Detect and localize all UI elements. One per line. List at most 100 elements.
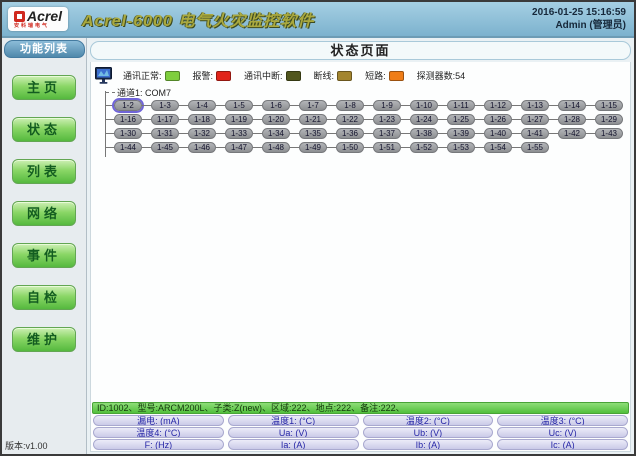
detector-node-1-16[interactable]: 1-16: [114, 114, 142, 125]
channel-label: 通道1: COM7: [117, 86, 171, 99]
sidebar-item-list[interactable]: 列表: [12, 159, 76, 184]
detector-node-1-54[interactable]: 1-54: [484, 142, 512, 153]
detector-node-1-50[interactable]: 1-50: [336, 142, 364, 153]
detector-node-1-10[interactable]: 1-10: [410, 100, 438, 111]
detector-node-1-35[interactable]: 1-35: [299, 128, 327, 139]
legend-label: 通讯正常:: [123, 69, 162, 82]
sidebar-item-network[interactable]: 网络: [12, 201, 76, 226]
sidebar-item-maintain[interactable]: 维护: [12, 327, 76, 352]
detector-node-1-47[interactable]: 1-47: [225, 142, 253, 153]
detector-node-1-31[interactable]: 1-31: [151, 128, 179, 139]
detector-node-1-23[interactable]: 1-23: [373, 114, 401, 125]
legend-item-comm-interrupt: 通讯中断:: [244, 69, 301, 82]
detector-node-1-37[interactable]: 1-37: [373, 128, 401, 139]
field-temp4: 温度4: (°C): [93, 427, 224, 438]
detector-node-1-3[interactable]: 1-3: [151, 100, 179, 111]
field-ia: Ia: (A): [228, 439, 359, 450]
connector-line: [253, 119, 262, 120]
detector-node-1-36[interactable]: 1-36: [336, 128, 364, 139]
connector-line: [512, 133, 521, 134]
detector-node-1-14[interactable]: 1-14: [558, 100, 586, 111]
detector-node-1-29[interactable]: 1-29: [595, 114, 623, 125]
detector-node-1-52[interactable]: 1-52: [410, 142, 438, 153]
detector-tree: 通道1: COM7 1-21-31-41-51-61-71-81-91-101-…: [103, 86, 630, 154]
detector-node-1-7[interactable]: 1-7: [299, 100, 327, 111]
detector-node-1-27[interactable]: 1-27: [521, 114, 549, 125]
field-f: F: (Hz): [93, 439, 224, 450]
detector-node-1-41[interactable]: 1-41: [521, 128, 549, 139]
field-leakage: 漏电: (mA): [93, 415, 224, 426]
connector-line: [142, 119, 151, 120]
field-temp3: 温度3: (°C): [497, 415, 628, 426]
connector-line: [438, 119, 447, 120]
connector-line: [401, 105, 410, 106]
detector-node-1-55[interactable]: 1-55: [521, 142, 549, 153]
legend-item-alarm: 报警:: [193, 69, 232, 82]
field-temp1: 温度1: (°C): [228, 415, 359, 426]
detector-node-1-40[interactable]: 1-40: [484, 128, 512, 139]
legend-swatch-alarm: [216, 71, 231, 81]
detector-node-1-19[interactable]: 1-19: [225, 114, 253, 125]
detector-node-1-43[interactable]: 1-43: [595, 128, 623, 139]
sidebar-item-event[interactable]: 事件: [12, 243, 76, 268]
sidebar-item-home[interactable]: 主页: [12, 75, 76, 100]
logo-subtitle: 安科瑞电气: [14, 24, 49, 29]
detector-node-1-24[interactable]: 1-24: [410, 114, 438, 125]
header-status: 2016-01-25 15:16:59 Admin (管理员): [532, 6, 630, 32]
connector-line: [401, 119, 410, 120]
detector-node-1-53[interactable]: 1-53: [447, 142, 475, 153]
legend-swatch-short-circuit: [389, 71, 404, 81]
detector-node-1-21[interactable]: 1-21: [299, 114, 327, 125]
detector-node-1-51[interactable]: 1-51: [373, 142, 401, 153]
connector-line: [586, 133, 595, 134]
detector-node-1-46[interactable]: 1-46: [188, 142, 216, 153]
detector-node-1-28[interactable]: 1-28: [558, 114, 586, 125]
connector-line: [438, 105, 447, 106]
field-ib: Ib: (A): [363, 439, 494, 450]
connector-line: [290, 105, 299, 106]
acrel-logo-icon: [14, 11, 25, 22]
detector-node-1-20[interactable]: 1-20: [262, 114, 290, 125]
detector-node-1-2[interactable]: 1-2: [114, 100, 142, 111]
detector-node-1-9[interactable]: 1-9: [373, 100, 401, 111]
detector-node-1-25[interactable]: 1-25: [447, 114, 475, 125]
field-ua: Ua: (V): [228, 427, 359, 438]
sidebar-item-status[interactable]: 状态: [12, 117, 76, 142]
detector-node-1-22[interactable]: 1-22: [336, 114, 364, 125]
detector-node-1-17[interactable]: 1-17: [151, 114, 179, 125]
detector-node-1-48[interactable]: 1-48: [262, 142, 290, 153]
detector-node-1-4[interactable]: 1-4: [188, 100, 216, 111]
detector-node-1-8[interactable]: 1-8: [336, 100, 364, 111]
connector-line: [327, 133, 336, 134]
detector-node-1-32[interactable]: 1-32: [188, 128, 216, 139]
detector-node-1-30[interactable]: 1-30: [114, 128, 142, 139]
detector-node-1-12[interactable]: 1-12: [484, 100, 512, 111]
legend-swatch-disconnect: [337, 71, 352, 81]
detector-node-1-34[interactable]: 1-34: [262, 128, 290, 139]
detector-node-1-18[interactable]: 1-18: [188, 114, 216, 125]
channel-node[interactable]: 通道1: COM7: [103, 86, 630, 98]
detector-node-1-33[interactable]: 1-33: [225, 128, 253, 139]
connector-line: [179, 147, 188, 148]
detector-row: 1-30 1-31 1-32 1-33 1-34 1-35 1-36 1-37 1-38 1-39…: [105, 126, 630, 140]
detector-node-1-15[interactable]: 1-15: [595, 100, 623, 111]
detector-node-1-45[interactable]: 1-45: [151, 142, 179, 153]
detector-row: 1-16 1-17 1-18 1-19 1-20 1-21 1-22 1-23 1-24 1-25…: [105, 112, 630, 126]
connector-line: [401, 133, 410, 134]
sidebar-item-selfcheck[interactable]: 自检: [12, 285, 76, 310]
legend-item-short-circuit: 短路:: [365, 69, 404, 82]
detector-node-1-42[interactable]: 1-42: [558, 128, 586, 139]
detector-node-1-26[interactable]: 1-26: [484, 114, 512, 125]
detector-node-1-38[interactable]: 1-38: [410, 128, 438, 139]
detector-node-1-5[interactable]: 1-5: [225, 100, 253, 111]
detector-node-1-6[interactable]: 1-6: [262, 100, 290, 111]
detector-node-1-11[interactable]: 1-11: [447, 100, 475, 111]
connector-line: [142, 133, 151, 134]
detector-node-1-39[interactable]: 1-39: [447, 128, 475, 139]
connector-line: [142, 105, 151, 106]
detector-node-1-44[interactable]: 1-44: [114, 142, 142, 153]
detector-node-1-49[interactable]: 1-49: [299, 142, 327, 153]
detector-row: 1-2 1-3 1-4 1-5 1-6 1-7 1-8 1-9 1-10 1-11 1-12 1-13…: [105, 98, 630, 112]
logo-brand-text: Acrel: [27, 9, 62, 23]
detector-node-1-13[interactable]: 1-13: [521, 100, 549, 111]
